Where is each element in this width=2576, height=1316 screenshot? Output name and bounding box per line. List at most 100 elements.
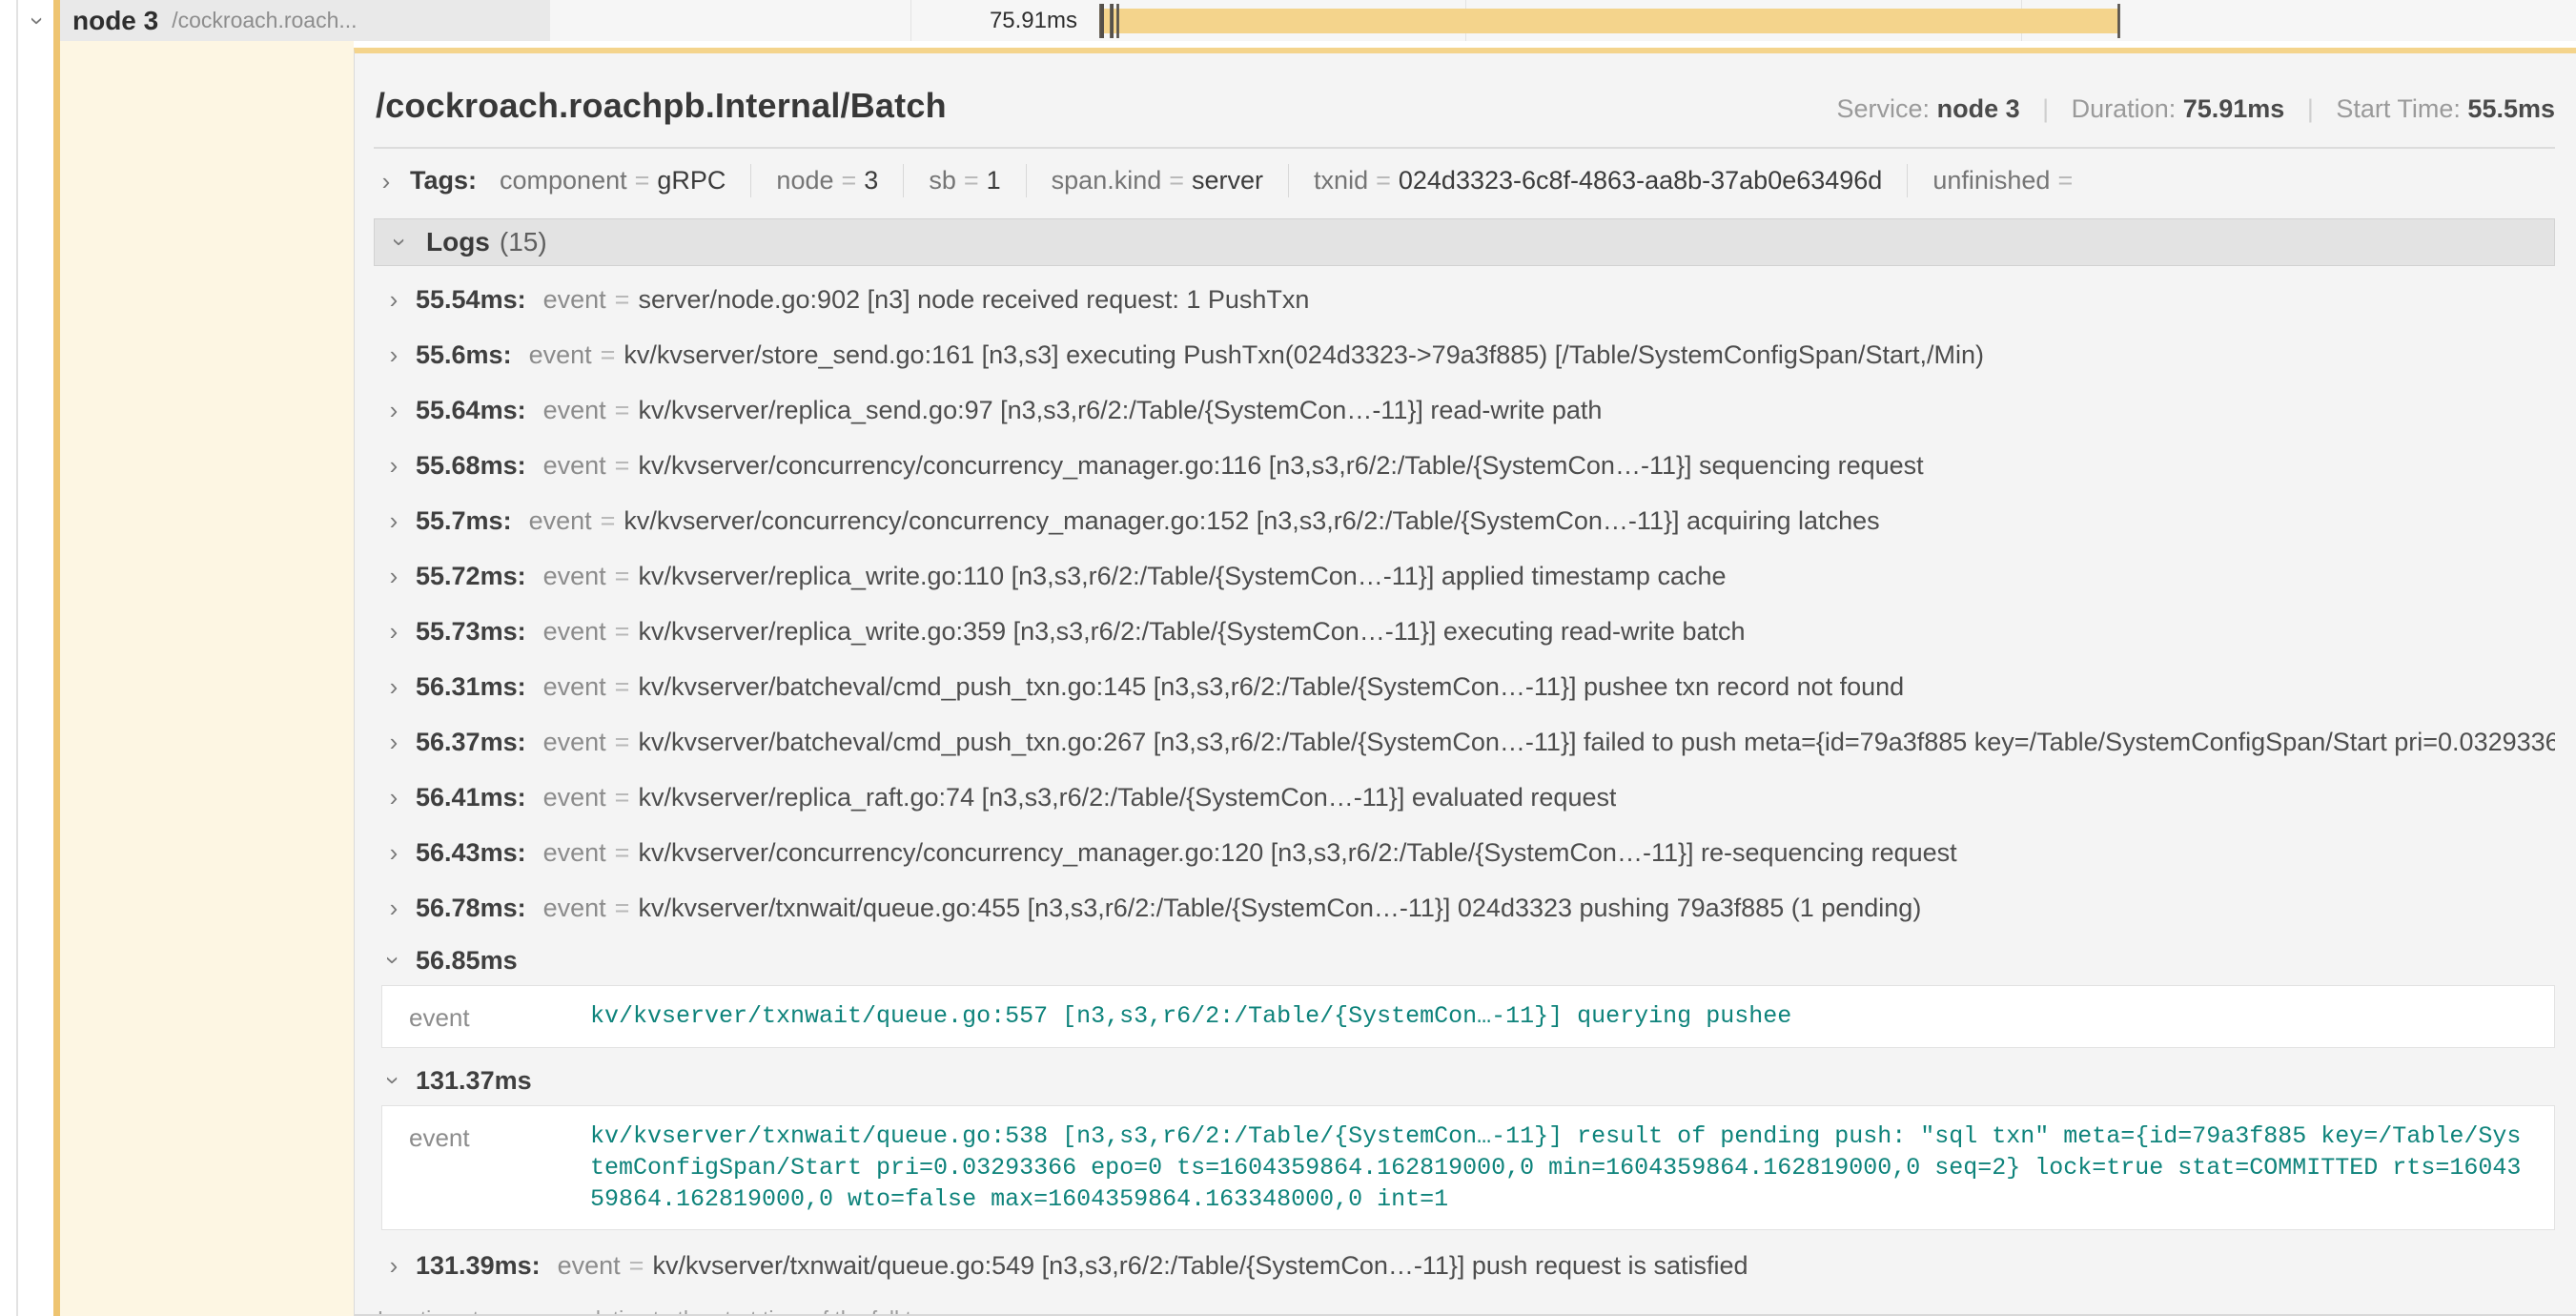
log-field-key: event [543, 617, 606, 647]
chevron-down-icon: › [388, 232, 413, 253]
chevron-right-icon: › [383, 342, 404, 367]
chevron-right-icon: › [383, 785, 404, 810]
selected-span-name-column [60, 41, 354, 1316]
log-row[interactable]: › 56.43ms: event = kv/kvserver/concurren… [374, 825, 2555, 880]
log-row[interactable]: › 55.6ms: event = kv/kvserver/store_send… [374, 327, 2555, 382]
equals-sign: = [621, 1251, 653, 1281]
duration-label: Duration: [2072, 94, 2177, 123]
log-field-key: event [543, 728, 606, 757]
log-message: kv/kvserver/batcheval/cmd_push_txn.go:14… [638, 672, 1904, 702]
tag-key: unfinished [1932, 166, 2050, 195]
log-tick [1102, 4, 1104, 38]
log-timestamp: 55.64ms: [416, 396, 526, 425]
log-field-key: event [543, 838, 606, 868]
meta-separator: | [2292, 94, 2329, 123]
tag-value: 3 [864, 166, 878, 195]
log-timestamp: 56.78ms: [416, 894, 526, 923]
log-row[interactable]: › 131.39ms: event = kv/kvserver/txnwait/… [374, 1238, 2555, 1293]
equals-sign: = [956, 166, 987, 195]
span-name-tab[interactable]: node 3 /cockroach.roach... [60, 0, 550, 41]
equals-sign: = [606, 562, 639, 591]
log-timestamp: 56.85ms [416, 946, 518, 976]
log-row[interactable]: › 56.78ms: event = kv/kvserver/txnwait/q… [374, 880, 2555, 936]
log-timestamp: 56.43ms: [416, 838, 526, 868]
log-field-key: event [543, 894, 606, 923]
chevron-down-icon: › [381, 950, 406, 971]
span-detail-header: /cockroach.roachpb.Internal/Batch Servic… [374, 53, 2555, 149]
chevron-right-icon: › [383, 287, 404, 312]
equals-sign: = [592, 340, 624, 370]
chevron-right-icon: › [383, 895, 404, 920]
log-tick [1112, 4, 1114, 38]
log-row[interactable]: › 56.37ms: event = kv/kvserver/batcheval… [374, 714, 2555, 770]
log-field-key: event [543, 451, 606, 481]
trace-detail-page: › node 3 /cockroach.roach... 75.91ms /co… [0, 0, 2576, 1316]
collapse-span-chevron-icon[interactable]: › [12, 10, 51, 31]
chevron-right-icon: › [383, 840, 404, 865]
chevron-right-icon: › [383, 453, 404, 478]
log-field-key: event [558, 1251, 621, 1281]
log-field-key: event [382, 1000, 590, 1033]
log-message: server/node.go:902 [n3] node received re… [638, 285, 1309, 315]
tag-item: unfinished = [1907, 164, 2105, 197]
chevron-right-icon: › [383, 619, 404, 644]
start-time-label: Start Time: [2336, 94, 2461, 123]
start-time-value: 55.5ms [2467, 94, 2555, 123]
logs-accordion-header[interactable]: › Logs (15) [374, 218, 2555, 266]
log-expanded-header[interactable]: › 131.37ms [374, 1056, 2555, 1105]
equals-sign: = [1161, 166, 1192, 195]
log-tick [1117, 4, 1119, 38]
chevron-right-icon: › [383, 730, 404, 754]
equals-sign: = [606, 894, 639, 923]
span-detail-panel: /cockroach.roachpb.Internal/Batch Servic… [354, 48, 2576, 1316]
log-timestamp: 131.39ms: [416, 1251, 541, 1281]
log-timestamp: 56.37ms: [416, 728, 526, 757]
log-field-value[interactable]: kv/kvserver/txnwait/queue.go:538 [n3,s3,… [590, 1121, 2527, 1215]
tags-accordion[interactable]: › Tags: component = gRPC node = 3 sb = 1… [374, 149, 2555, 211]
span-duration-bar[interactable] [1099, 9, 2118, 33]
service-label: Service: [1837, 94, 1931, 123]
log-field-key: event [543, 396, 606, 425]
log-message: kv/kvserver/replica_send.go:97 [n3,s3,r6… [638, 396, 1602, 425]
tag-value: gRPC [657, 166, 726, 195]
tag-item: sb = 1 [903, 164, 1025, 197]
tag-key: span.kind [1052, 166, 1162, 195]
log-fields-table: event kv/kvserver/txnwait/queue.go:538 [… [381, 1105, 2555, 1230]
meta-separator: | [2027, 94, 2064, 123]
log-timestamp: 55.68ms: [416, 451, 526, 481]
log-field-key: event [529, 506, 592, 536]
logs-footer-note: Log timestamps are relative to the start… [374, 1293, 2555, 1316]
equals-sign: = [2050, 166, 2080, 195]
span-operation-name: /cockroach.roach... [172, 8, 357, 33]
log-timestamp: 55.72ms: [416, 562, 526, 591]
log-row[interactable]: › 55.64ms: event = kv/kvserver/replica_s… [374, 382, 2555, 438]
equals-sign: = [834, 166, 865, 195]
span-service-name: node 3 [72, 6, 158, 36]
tag-item: txnid = 024d3323-6c8f-4863-aa8b-37ab0e63… [1288, 164, 1907, 197]
chevron-right-icon: › [383, 398, 404, 422]
log-list: › 55.54ms: event = server/node.go:902 [n… [374, 266, 2555, 1293]
equals-sign: = [606, 396, 639, 425]
log-row[interactable]: › 55.7ms: event = kv/kvserver/concurrenc… [374, 493, 2555, 548]
log-expanded-header[interactable]: › 56.85ms [374, 936, 2555, 985]
log-timestamp: 56.31ms: [416, 672, 526, 702]
log-row[interactable]: › 56.41ms: event = kv/kvserver/replica_r… [374, 770, 2555, 825]
tag-value: 024d3323-6c8f-4863-aa8b-37ab0e63496d [1399, 166, 1882, 195]
log-field-key: event [543, 783, 606, 812]
log-field-key: event [543, 672, 606, 702]
tag-key: sb [929, 166, 956, 195]
log-row[interactable]: › 55.72ms: event = kv/kvserver/replica_w… [374, 548, 2555, 604]
equals-sign: = [606, 728, 639, 757]
log-field-value[interactable]: kv/kvserver/txnwait/queue.go:557 [n3,s3,… [590, 1000, 2527, 1033]
log-message: kv/kvserver/replica_write.go:110 [n3,s3,… [638, 562, 1726, 591]
tag-key: txnid [1314, 166, 1368, 195]
log-row[interactable]: › 55.73ms: event = kv/kvserver/replica_w… [374, 604, 2555, 659]
log-tick [2118, 4, 2120, 38]
equals-sign: = [606, 838, 639, 868]
log-row[interactable]: › 55.68ms: event = kv/kvserver/concurren… [374, 438, 2555, 493]
chevron-right-icon: › [383, 674, 404, 699]
log-row[interactable]: › 55.54ms: event = server/node.go:902 [n… [374, 272, 2555, 327]
log-row[interactable]: › 56.31ms: event = kv/kvserver/batcheval… [374, 659, 2555, 714]
log-message: kv/kvserver/replica_write.go:359 [n3,s3,… [638, 617, 1745, 647]
logs-title: Logs [426, 227, 490, 257]
